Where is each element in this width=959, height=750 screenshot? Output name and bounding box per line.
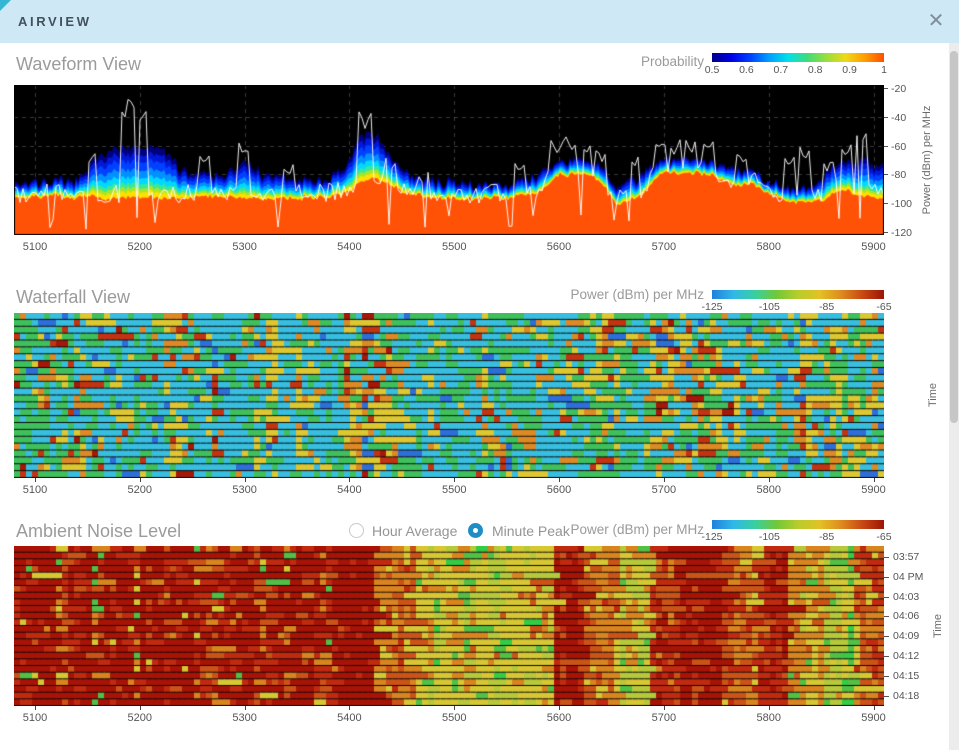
ambient-section-title: Ambient Noise Level	[16, 521, 181, 542]
probability-colorbar	[712, 53, 884, 62]
waveform-x-axis: 510052005300540055005600570058005900	[14, 240, 884, 258]
ambient-colorbar	[712, 520, 884, 529]
window-title: AIRVIEW	[18, 14, 92, 29]
waveform-section-title: Waveform View	[16, 54, 141, 75]
waterfall-plot	[14, 313, 884, 478]
ambient-noise-plot	[14, 546, 884, 706]
waveform-legend-label: Probability	[641, 54, 704, 69]
scrollbar-thumb[interactable]	[950, 51, 958, 423]
waterfall-colorbar-ticks: -125-105-85-65	[712, 301, 884, 313]
ambient-legend-label: Power (dBm) per MHz	[570, 522, 704, 537]
hour-average-radio[interactable]	[349, 523, 364, 538]
corner-fold-icon	[0, 0, 11, 11]
waterfall-section-title: Waterfall View	[16, 287, 130, 308]
ambient-colorbar-ticks: -125-105-85-65	[712, 531, 884, 543]
waveform-y-axis-label: Power (dBm) per MHz	[921, 106, 933, 215]
scrollbar-track	[949, 43, 959, 750]
minute-peak-radio[interactable]	[468, 523, 483, 538]
close-button[interactable]: ✕	[924, 10, 948, 34]
probability-colorbar-ticks: 0.50.60.70.80.91	[712, 64, 884, 76]
waterfall-colorbar	[712, 290, 884, 299]
airview-window: AIRVIEW ✕ Waveform View Probability 0.50…	[0, 0, 959, 750]
minute-peak-label[interactable]: Minute Peak	[492, 523, 570, 539]
hour-average-label[interactable]: Hour Average	[372, 523, 457, 539]
titlebar: AIRVIEW ✕	[0, 0, 959, 43]
waterfall-time-axis-label: Time	[927, 383, 939, 407]
waterfall-legend-label: Power (dBm) per MHz	[570, 287, 704, 302]
ambient-time-axis-label: Time	[932, 614, 944, 638]
close-icon: ✕	[928, 10, 945, 32]
waterfall-x-axis: 510052005300540055005600570058005900	[14, 478, 884, 496]
waveform-plot	[14, 85, 884, 235]
ambient-x-axis: 510052005300540055005600570058005900	[14, 706, 884, 724]
